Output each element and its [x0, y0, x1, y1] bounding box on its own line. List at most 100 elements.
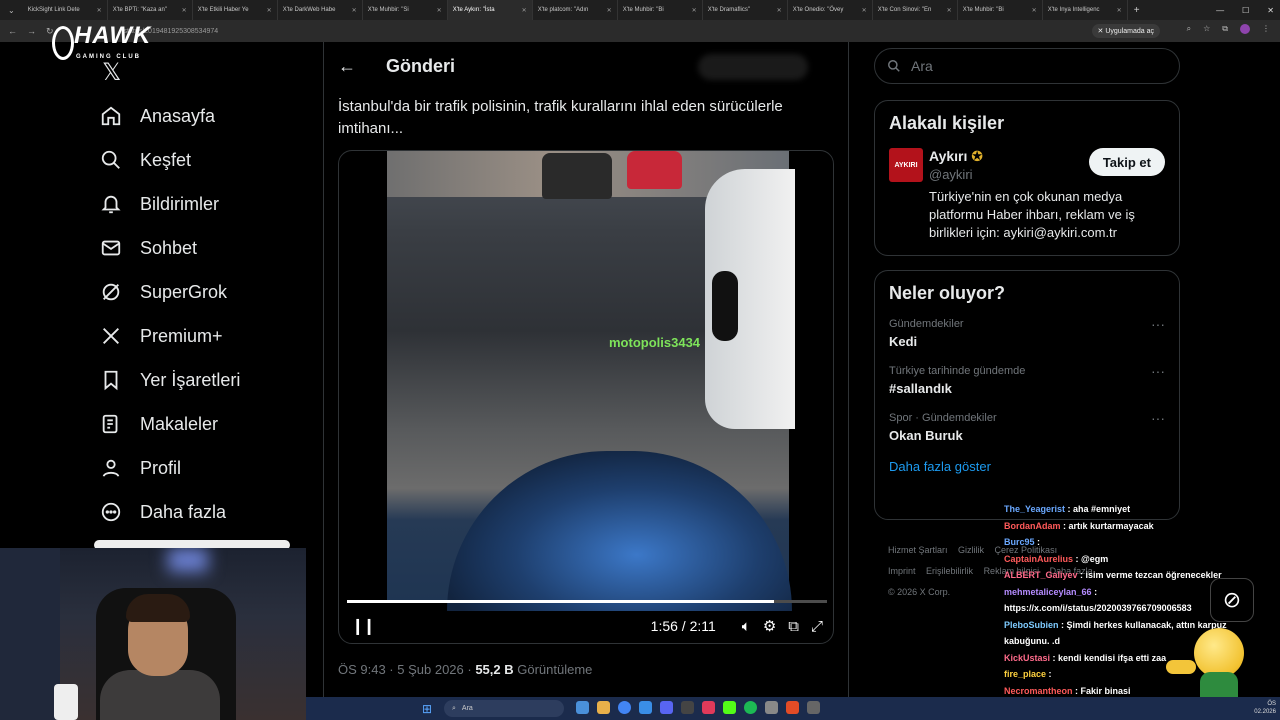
- chat-username[interactable]: CaptainAurelius: [1004, 554, 1073, 564]
- browser-tab[interactable]: X'te BPTi: "Kaza an" ✕: [108, 0, 193, 20]
- taskbar-app-icon[interactable]: [765, 701, 778, 714]
- back-arrow-icon[interactable]: ←: [338, 56, 356, 77]
- new-tab-icon[interactable]: +: [1128, 5, 1146, 16]
- close-tab-icon[interactable]: ✕: [267, 7, 272, 14]
- nav-item-messages[interactable]: Sohbet: [100, 226, 240, 270]
- nav-item-articles[interactable]: Makaleler: [100, 402, 240, 446]
- close-tab-icon[interactable]: ✕: [607, 7, 612, 14]
- chat-username[interactable]: PleboSubien: [1004, 620, 1059, 630]
- footer-link[interactable]: Imprint: [888, 566, 916, 576]
- taskbar-app-icon[interactable]: [597, 701, 610, 714]
- windows-start-icon[interactable]: ⊞: [422, 702, 432, 716]
- settings-gear-icon[interactable]: ⚙: [763, 617, 776, 635]
- browser-tab[interactable]: KickSight Link Dete ✕: [23, 0, 108, 20]
- chat-username[interactable]: BordanAdam: [1004, 521, 1061, 531]
- more-options-icon[interactable]: ···: [1151, 363, 1165, 379]
- extension-icon[interactable]: ⧉: [1222, 24, 1228, 36]
- browser-tab[interactable]: X'te Inya Intelligenc ✕: [1043, 0, 1128, 20]
- trend-item[interactable]: Türkiye tarihinde gündemde #sallandık ··…: [889, 363, 1165, 396]
- back-nav-icon[interactable]: ←: [8, 26, 17, 36]
- footer-link[interactable]: Erişilebilirlik: [926, 566, 973, 576]
- emoji-hand: [1166, 660, 1196, 674]
- taskbar-app-icon[interactable]: [702, 701, 715, 714]
- browser-tab[interactable]: X'te Con Sinovi: "En ✕: [873, 0, 958, 20]
- close-tab-icon[interactable]: ✕: [1032, 7, 1037, 14]
- close-tab-icon[interactable]: ✕: [97, 7, 102, 14]
- nav-item-bookmarks[interactable]: Yer İşaretleri: [100, 358, 240, 402]
- browser-tab[interactable]: X'te Muhbir: "Bi ✕: [958, 0, 1043, 20]
- close-tab-icon[interactable]: ✕: [182, 7, 187, 14]
- trend-item[interactable]: Spor · Gündemdekiler Okan Buruk ···: [889, 410, 1165, 443]
- nav-item-home[interactable]: Anasayfa: [100, 94, 240, 138]
- browser-tab[interactable]: X'te Onedio: "Övey ✕: [788, 0, 873, 20]
- close-window-icon[interactable]: ✕: [1267, 6, 1274, 15]
- close-tab-icon[interactable]: ✕: [522, 7, 527, 14]
- taskbar-app-icon[interactable]: [681, 701, 694, 714]
- chat-username[interactable]: KickUstasi: [1004, 653, 1050, 663]
- taskbar-app-icon[interactable]: [639, 701, 652, 714]
- chat-username[interactable]: fire_place: [1004, 669, 1046, 679]
- taskbar-app-icon[interactable]: [807, 701, 820, 714]
- tab-menu-icon[interactable]: ⌄: [0, 6, 23, 15]
- kick-icon[interactable]: [723, 701, 736, 714]
- footer-link[interactable]: Hizmet Şartları: [888, 545, 948, 555]
- taskbar-app-icon[interactable]: [576, 701, 589, 714]
- close-tab-icon[interactable]: ✕: [692, 7, 697, 14]
- browser-tab[interactable]: X'te Muhbir: "Bi ✕: [618, 0, 703, 20]
- chat-username[interactable]: mehmetaliceylan_66: [1004, 587, 1092, 597]
- star-icon[interactable]: ☆: [1203, 24, 1210, 36]
- video-player[interactable]: motopolis3434 ❙❙ 1:56 / 2:11 🔈︎ ⚙ ⧉ ⤢: [338, 150, 834, 644]
- follow-button[interactable]: Takip et: [1088, 148, 1165, 176]
- avatar[interactable]: AYKIRI: [889, 148, 923, 182]
- pip-icon[interactable]: ⧉: [788, 618, 799, 635]
- browser-tab[interactable]: X'te Etkili Haber Ye ✕: [193, 0, 278, 20]
- more-options-icon[interactable]: ···: [1151, 316, 1165, 332]
- browser-tab[interactable]: X'te Muhbir: "Si ✕: [363, 0, 448, 20]
- close-tab-icon[interactable]: ✕: [862, 7, 867, 14]
- spotify-icon[interactable]: [744, 701, 757, 714]
- person-name[interactable]: Aykırı: [929, 148, 967, 164]
- nav-item-notifications[interactable]: Bildirimler: [100, 182, 240, 226]
- show-more-link[interactable]: Daha fazla göster: [889, 459, 1165, 474]
- browser-tab[interactable]: X'te DarkWeb Habe ✕: [278, 0, 363, 20]
- chrome-icon[interactable]: [618, 701, 631, 714]
- chat-username[interactable]: The_Yeagerist: [1004, 504, 1065, 514]
- chat-username[interactable]: Burc95: [1004, 537, 1035, 547]
- maximize-icon[interactable]: ☐: [1242, 6, 1249, 15]
- close-tab-icon[interactable]: ✕: [437, 7, 442, 14]
- browser-tab[interactable]: X'te Aykırı: "İsta ✕: [447, 0, 533, 20]
- browser-tab[interactable]: X'te Dramaflics" ✕: [703, 0, 788, 20]
- post-timestamp[interactable]: ÖS 9:43 · 5 Şub 2026 ·: [338, 662, 475, 677]
- minimize-icon[interactable]: —: [1216, 6, 1224, 15]
- close-tab-icon[interactable]: ✕: [1117, 7, 1122, 14]
- browser-tab[interactable]: X'te platcom: "Adın ✕: [533, 0, 618, 20]
- forward-nav-icon[interactable]: →: [27, 26, 36, 36]
- search-input[interactable]: Ara: [874, 48, 1180, 84]
- chat-username[interactable]: ALBERT_Galiyev: [1004, 570, 1078, 580]
- discord-icon[interactable]: [660, 701, 673, 714]
- open-in-app-button[interactable]: ✕ Uygulamada aç: [1091, 24, 1160, 38]
- pause-icon[interactable]: ❙❙: [351, 616, 376, 636]
- close-tab-icon[interactable]: ✕: [947, 7, 952, 14]
- nav-item-profile[interactable]: Profil: [100, 446, 240, 490]
- profile-icon[interactable]: [1240, 24, 1250, 36]
- chat-username[interactable]: Necromantheon: [1004, 686, 1073, 696]
- taskbar-app-icon[interactable]: [786, 701, 799, 714]
- trend-item[interactable]: Gündemdekiler Kedi ···: [889, 316, 1165, 349]
- nav-item-supergrok[interactable]: SuperGrok: [100, 270, 240, 314]
- related-person[interactable]: AYKIRI Aykırı ✪ @aykiri Türkiye'nin en ç…: [889, 148, 1165, 242]
- nav-item-premium[interactable]: Premium+: [100, 314, 240, 358]
- fullscreen-icon[interactable]: ⤢: [811, 618, 823, 635]
- nav-item-more[interactable]: Daha fazla: [100, 490, 240, 534]
- taskbar-search[interactable]: ⌕ Ara: [444, 700, 564, 717]
- menu-icon[interactable]: ⋮: [1262, 24, 1270, 36]
- footer-link[interactable]: Gizlilik: [958, 545, 984, 555]
- zoom-icon[interactable]: ⌕: [1187, 24, 1191, 36]
- volume-icon[interactable]: 🔈︎: [742, 618, 751, 635]
- close-tab-icon[interactable]: ✕: [777, 7, 782, 14]
- more-options-icon[interactable]: ···: [1151, 410, 1165, 426]
- nav-item-explore[interactable]: Keşfet: [100, 138, 240, 182]
- close-tab-icon[interactable]: ✕: [352, 7, 357, 14]
- x-logo-icon[interactable]: 𝕏: [102, 58, 121, 87]
- video-progress-bar[interactable]: [347, 600, 827, 603]
